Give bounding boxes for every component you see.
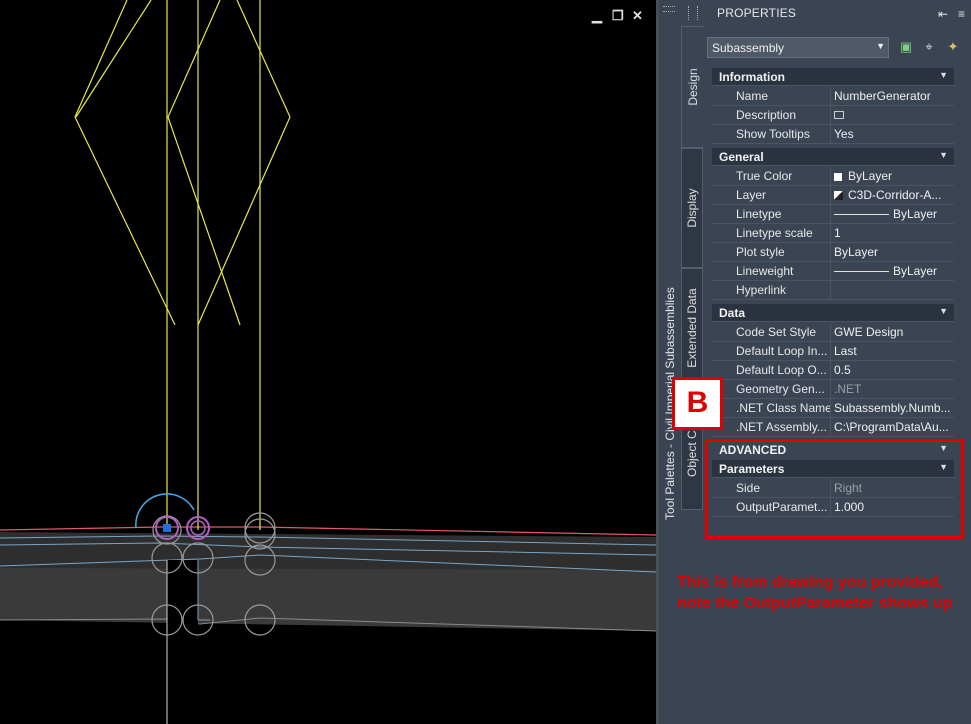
diamond-right bbox=[197, 0, 291, 326]
restore-icon[interactable]: ❐ bbox=[612, 8, 624, 24]
property-row[interactable]: Name NumberGenerator bbox=[712, 87, 954, 106]
property-row[interactable]: .NET Class Name Subassembly.Numb... bbox=[712, 399, 954, 418]
property-row[interactable]: Code Set Style GWE Design bbox=[712, 323, 954, 342]
drawing-canvas[interactable] bbox=[0, 0, 656, 724]
chevron-down-icon: ▼ bbox=[939, 70, 948, 80]
property-row[interactable]: Default Loop O... 0.5 bbox=[712, 361, 954, 380]
cross-line-b bbox=[151, 230, 198, 325]
surface-band bbox=[0, 566, 656, 631]
section-data[interactable]: Data ▼ bbox=[712, 304, 954, 322]
callout-badge: B bbox=[672, 377, 723, 430]
property-row[interactable]: Plot style ByLayer bbox=[712, 243, 954, 262]
tab-display[interactable]: Display bbox=[681, 148, 703, 268]
layer-icon bbox=[834, 191, 843, 200]
drawing-viewport[interactable]: ▁ ❐ ✕ bbox=[0, 0, 656, 724]
object-type-value: Subassembly bbox=[712, 41, 785, 55]
color-swatch-icon bbox=[834, 173, 842, 181]
cross-line-a bbox=[75, 0, 152, 118]
selection-arc bbox=[135, 493, 195, 529]
property-row[interactable]: Lineweight ByLayer bbox=[712, 262, 954, 281]
toggle-pickadd-icon[interactable]: ▣ bbox=[897, 38, 915, 56]
chevron-down-icon: ▼ bbox=[939, 306, 948, 316]
properties-menu-icon[interactable]: ≡ bbox=[958, 7, 965, 21]
diamond-left bbox=[74, 0, 176, 326]
property-row[interactable]: Geometry Gen... .NET bbox=[712, 380, 954, 399]
diamond-right-b bbox=[170, 0, 220, 200]
close-icon[interactable]: ✕ bbox=[632, 8, 643, 24]
tab-extended-data[interactable]: Extended Data bbox=[681, 268, 703, 388]
diamond-mid bbox=[167, 0, 241, 326]
property-row[interactable]: Description bbox=[712, 106, 954, 125]
linetype-preview bbox=[834, 214, 889, 215]
property-row[interactable]: Show Tooltips Yes bbox=[712, 125, 954, 144]
highlight-box bbox=[705, 439, 964, 539]
chevron-down-icon: ▼ bbox=[939, 150, 948, 160]
property-row[interactable]: Linetype scale 1 bbox=[712, 224, 954, 243]
description-icon[interactable] bbox=[834, 111, 844, 119]
property-row[interactable]: Default Loop In... Last bbox=[712, 342, 954, 361]
property-row[interactable]: .NET Assembly... C:\ProgramData\Au... bbox=[712, 418, 954, 437]
property-row[interactable]: Hyperlink bbox=[712, 281, 954, 300]
property-row[interactable]: Linetype ByLayer bbox=[712, 205, 954, 224]
tab-design[interactable]: Design bbox=[681, 26, 703, 148]
property-row[interactable]: Layer C3D-Corridor-A... bbox=[712, 186, 954, 205]
grip-point bbox=[163, 524, 171, 532]
property-row[interactable]: True Color ByLayer bbox=[712, 167, 954, 186]
object-type-select[interactable]: Subassembly ▼ bbox=[707, 37, 889, 58]
section-general[interactable]: General ▼ bbox=[712, 148, 954, 166]
quick-select-icon[interactable]: ✦ bbox=[944, 38, 962, 56]
pavement-band bbox=[0, 532, 656, 570]
median-gap bbox=[167, 560, 198, 724]
annotation-note: This is from drawing you provided, note … bbox=[677, 574, 953, 612]
properties-grip-icon[interactable] bbox=[688, 6, 698, 20]
select-objects-icon[interactable]: ⌖ bbox=[920, 38, 938, 56]
section-information[interactable]: Information ▼ bbox=[712, 68, 954, 86]
properties-header: PROPERTIES ⇤ ≡ bbox=[704, 4, 971, 24]
palette-grip-icon[interactable] bbox=[663, 6, 675, 12]
lineweight-preview bbox=[834, 271, 889, 272]
chevron-down-icon: ▼ bbox=[876, 41, 885, 51]
auto-hide-icon[interactable]: ⇤ bbox=[938, 7, 948, 21]
properties-title: PROPERTIES bbox=[717, 6, 797, 20]
minimize-icon[interactable]: ▁ bbox=[592, 8, 602, 24]
